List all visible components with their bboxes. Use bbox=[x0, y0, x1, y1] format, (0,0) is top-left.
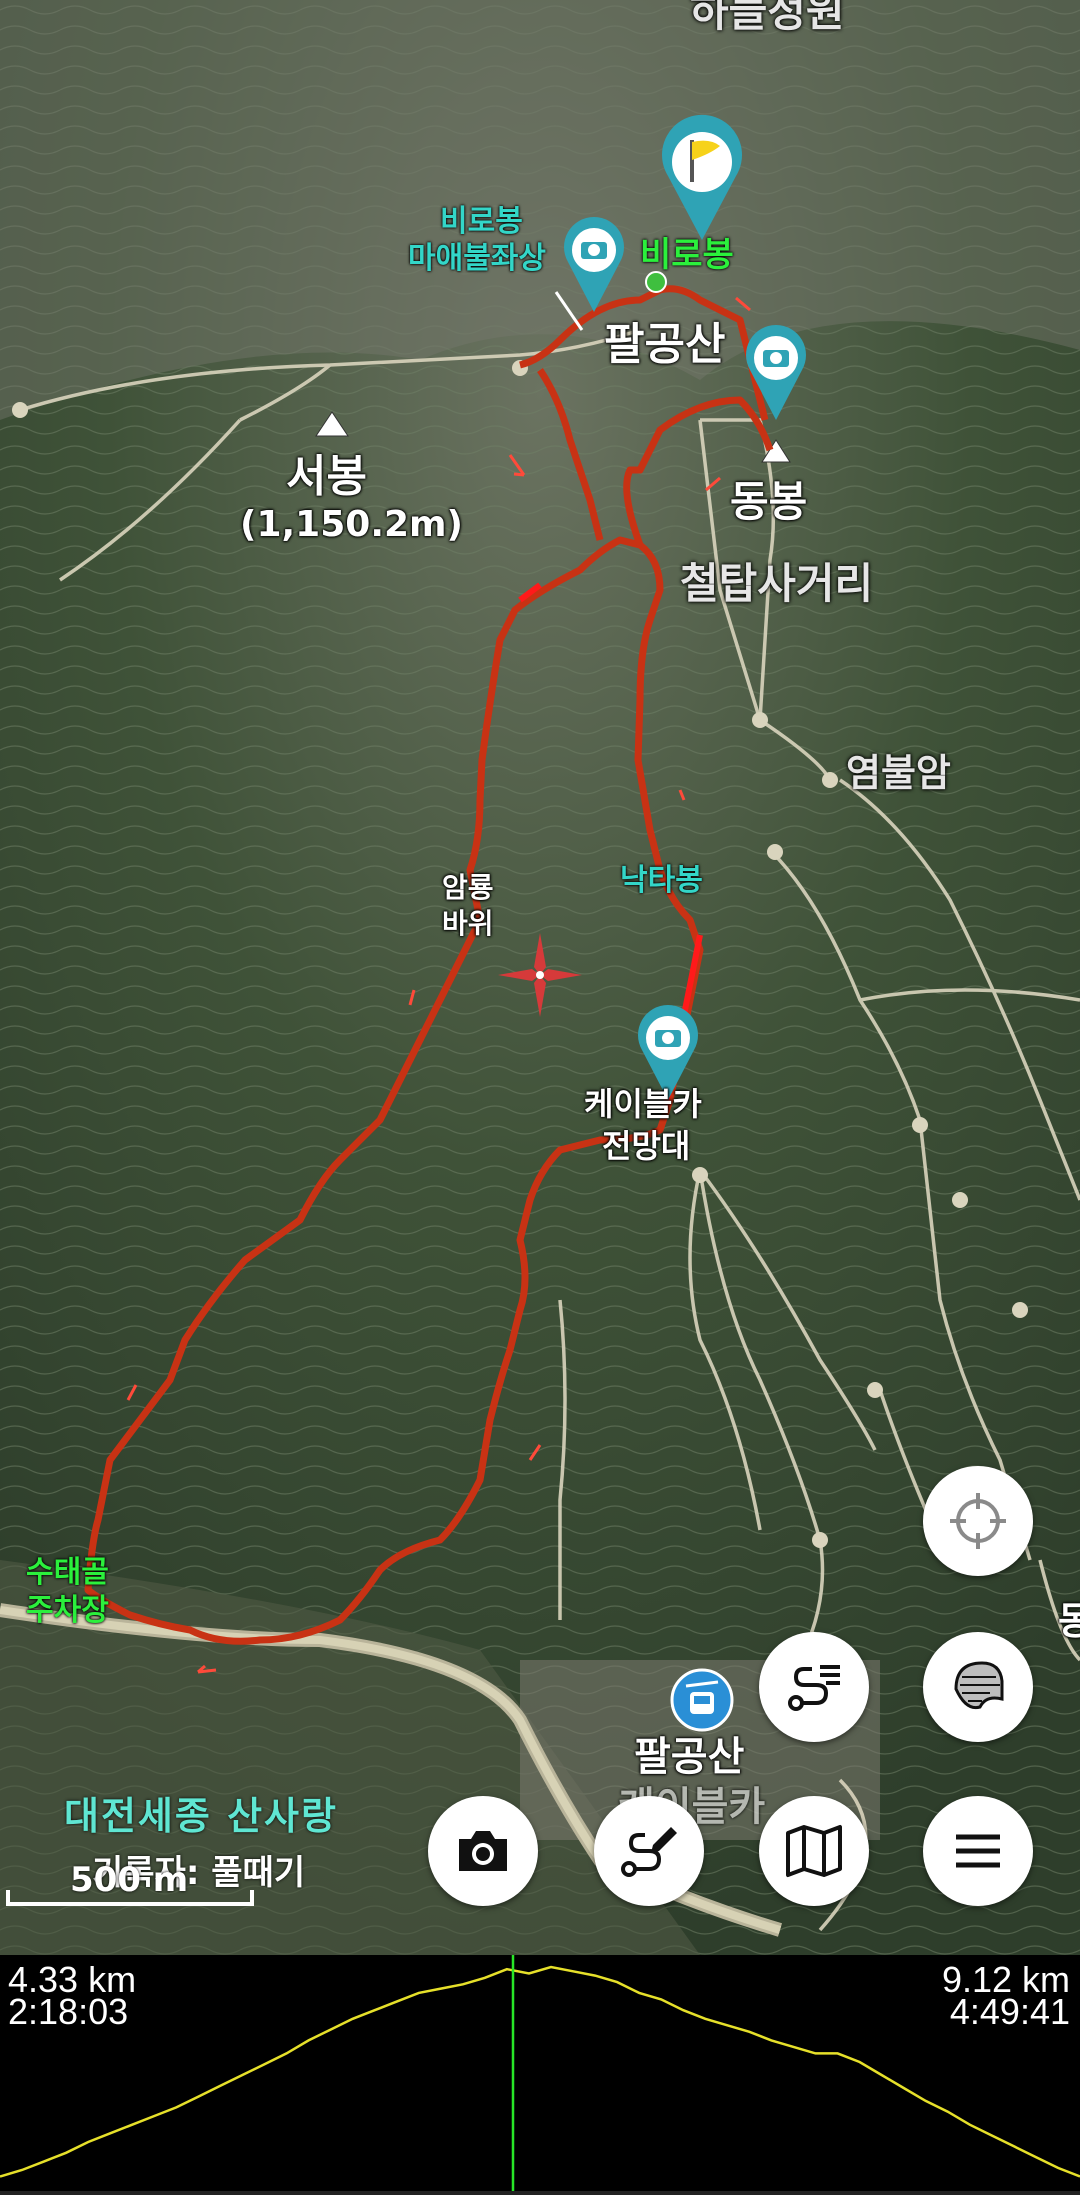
credit-title: 대전세종 산사랑 bbox=[64, 1794, 338, 1838]
route-list-button[interactable] bbox=[759, 1632, 869, 1742]
label-yeombulam: 염불암 bbox=[846, 751, 951, 795]
gps-locate-button[interactable] bbox=[923, 1466, 1033, 1576]
map-view[interactable]: 하늘정원 비로봉 마애불좌상 비로봉 팔공산 서봉 (1,150.2m) 동봉 … bbox=[0, 0, 1080, 1955]
label-birobong: 비로봉 bbox=[640, 235, 734, 275]
label-parking-2: 주차장 bbox=[26, 1593, 109, 1628]
layers-icon bbox=[954, 1661, 1004, 1710]
label-cheoltap: 철탑사거리 bbox=[680, 559, 874, 608]
camera-icon bbox=[459, 1831, 507, 1871]
label-dongbong: 동봉 bbox=[730, 477, 808, 526]
layers-button[interactable] bbox=[923, 1632, 1033, 1742]
label-amryong-2: 바위 bbox=[442, 907, 494, 940]
label-parking-1: 수태골 bbox=[26, 1555, 109, 1590]
label-palgongsan: 팔공산 bbox=[604, 319, 726, 370]
label-edge: 동 bbox=[1058, 1599, 1080, 1643]
label-birobong-buddha-2: 마애불좌상 bbox=[408, 241, 546, 276]
scale-bar bbox=[6, 1890, 254, 1906]
menu-icon bbox=[956, 1834, 1000, 1868]
elevation-profile[interactable]: 4.33 km 2:18:03 9.12 km 4:49:41 bbox=[0, 1955, 1080, 2191]
cablecar-marker[interactable] bbox=[670, 1668, 734, 1732]
time-total: 4:49:41 bbox=[949, 1991, 1070, 2032]
label-palgongsan-cable-1: 팔공산 bbox=[634, 1734, 745, 1780]
route-list-icon bbox=[788, 1665, 840, 1711]
time-current: 2:18:03 bbox=[8, 1991, 129, 2032]
map-button[interactable] bbox=[759, 1796, 869, 1906]
elevation-graph[interactable] bbox=[0, 1955, 1080, 2191]
label-seobong-elevation: (1,150.2m) bbox=[240, 504, 464, 545]
camera-button[interactable] bbox=[428, 1796, 538, 1906]
crosshair-icon bbox=[950, 1493, 1006, 1549]
map-icon bbox=[786, 1825, 842, 1877]
label-naktabong: 낙타봉 bbox=[620, 863, 703, 898]
label-cablecar-view-1: 케이블카 bbox=[584, 1085, 702, 1123]
label-birobong-buddha-1: 비로봉 bbox=[440, 204, 523, 239]
label-seobong: 서봉 bbox=[286, 451, 367, 502]
menu-button[interactable] bbox=[923, 1796, 1033, 1906]
label-hanul: 하늘정원 bbox=[690, 0, 845, 36]
elevation-line bbox=[0, 1965, 1080, 2178]
map-canvas[interactable] bbox=[0, 0, 1080, 1955]
route-edit-icon bbox=[621, 1827, 677, 1877]
label-amryong-1: 암룡 bbox=[442, 871, 494, 904]
route-edit-button[interactable] bbox=[594, 1796, 704, 1906]
label-cablecar-view-2: 전망대 bbox=[602, 1127, 691, 1165]
